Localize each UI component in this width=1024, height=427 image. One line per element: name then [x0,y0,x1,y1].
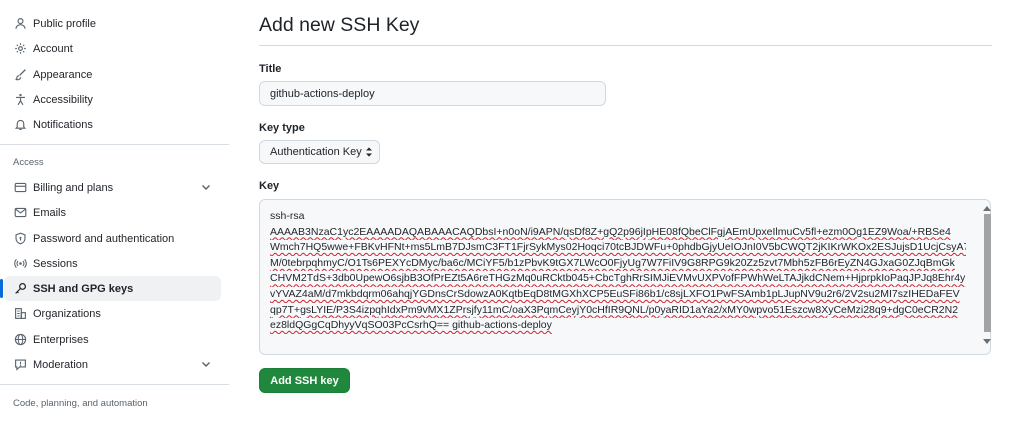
sidebar-item-enterprises[interactable]: Enterprises [4,327,221,352]
scrollbar-thumb[interactable] [984,214,991,332]
sidebar-item-label: Appearance [33,68,93,81]
key-type-value: Authentication Key [270,146,362,158]
sidebar-item-label: Sessions [33,257,78,270]
sidebar-item-label: SSH and GPG keys [33,282,134,295]
key-textarea[interactable]: ssh-rsa AAAAB3NzaC1yc2EAAAADAQABAAACAQDb… [259,199,991,355]
sidebar-heading-access: Access [13,157,44,168]
key-line: vYVAZ4aM/d7mkbdqrm06ahqjYGDnsCrSdowzA0Kq… [270,287,960,300]
sidebar-item-label: Account [33,42,73,55]
sidebar-item-moderation[interactable]: Moderation [4,352,221,377]
broadcast-icon [13,257,27,271]
sidebar-item-label: Emails [33,206,67,219]
key-line: AAAAB3NzaC1yc2EAAAADAQABAAACAQDbsI+n0oN/… [270,225,951,238]
key-line: Wmch7HQ5wwe+FBKvHFNt+ms5LmB7DJsmC3FT1Fjr… [270,241,966,254]
sidebar-item-label: Password and authentication [33,232,175,245]
textarea-scrollbar[interactable] [982,204,992,346]
mail-icon [13,206,27,220]
key-line: qp7T+gsLYIE/P3S4izpqhIdxPm9vMX1ZPrsjfy11… [270,303,959,316]
sidebar-item-ssh-gpg-keys[interactable]: SSH and GPG keys [0,276,221,301]
scroll-up-arrow-icon[interactable] [983,206,991,211]
shield-lock-icon [13,232,27,246]
credit-card-icon [13,181,27,195]
sidebar-item-emails[interactable]: Emails [4,200,221,225]
select-caret-icon [366,147,372,157]
key-line: CHVM2TdS+3db0UpewO6sjbB3OfPrEZt5A6reTHGz… [270,272,966,285]
key-line: ssh-rsa [270,210,305,222]
sidebar-item-billing[interactable]: Billing and plans [4,175,221,200]
key-line: M/0tebrpqhmyC/O1Ts6PEXYcDMyc/ba6c/MCiYF5… [270,256,955,269]
key-icon [13,282,27,296]
sidebar-item-label: Notifications [33,118,93,131]
page-title: Add new SSH Key [259,14,420,36]
chevron-down-icon[interactable] [200,181,212,193]
key-type-label: Key type [259,122,305,134]
sidebar-item-label: Enterprises [33,333,89,346]
report-icon [13,358,27,372]
sidebar-item-appearance[interactable]: Appearance [4,62,221,87]
globe-icon [13,333,27,347]
title-input[interactable] [259,81,606,106]
sidebar-item-account[interactable]: Account [4,36,221,61]
organization-icon [13,307,27,321]
person-icon [13,17,27,31]
add-ssh-key-button[interactable]: Add SSH key [259,368,350,393]
sidebar-item-notifications[interactable]: Notifications [4,112,221,137]
title-divider [259,45,992,46]
key-type-select[interactable]: Authentication Key [259,140,380,164]
add-ssh-key-form: Add new SSH Key Title Key type Authentic… [259,0,994,427]
bell-icon [13,118,27,132]
sidebar-item-password-auth[interactable]: Password and authentication [4,226,221,251]
sidebar-item-public-profile[interactable]: Public profile [4,11,221,36]
scroll-down-arrow-icon[interactable] [983,339,991,344]
sidebar-divider [0,384,229,385]
sidebar-item-label: Accessibility [33,93,93,106]
accessibility-icon [13,93,27,107]
sidebar-heading-code: Code, planning, and automation [13,398,148,409]
sidebar-item-label: Moderation [33,358,89,371]
sidebar-item-organizations[interactable]: Organizations [4,301,221,326]
sidebar-item-label: Organizations [33,307,101,320]
sidebar-item-accessibility[interactable]: Accessibility [4,87,221,112]
key-line: ez8ldQGgCqDhyyVqSO03PcCsrhQ== github-act… [270,319,552,332]
title-label: Title [259,63,282,75]
paintbrush-icon [13,68,27,82]
sidebar-divider [0,144,229,145]
sidebar-item-label: Billing and plans [33,181,114,194]
settings-page: Public profile Account Appearance Access… [0,0,1024,427]
sidebar-item-sessions[interactable]: Sessions [4,251,221,276]
chevron-down-icon[interactable] [200,358,212,370]
sidebar-item-label: Public profile [33,17,96,30]
key-label: Key [259,180,280,192]
settings-sidebar: Public profile Account Appearance Access… [0,0,230,427]
gear-icon [13,42,27,56]
